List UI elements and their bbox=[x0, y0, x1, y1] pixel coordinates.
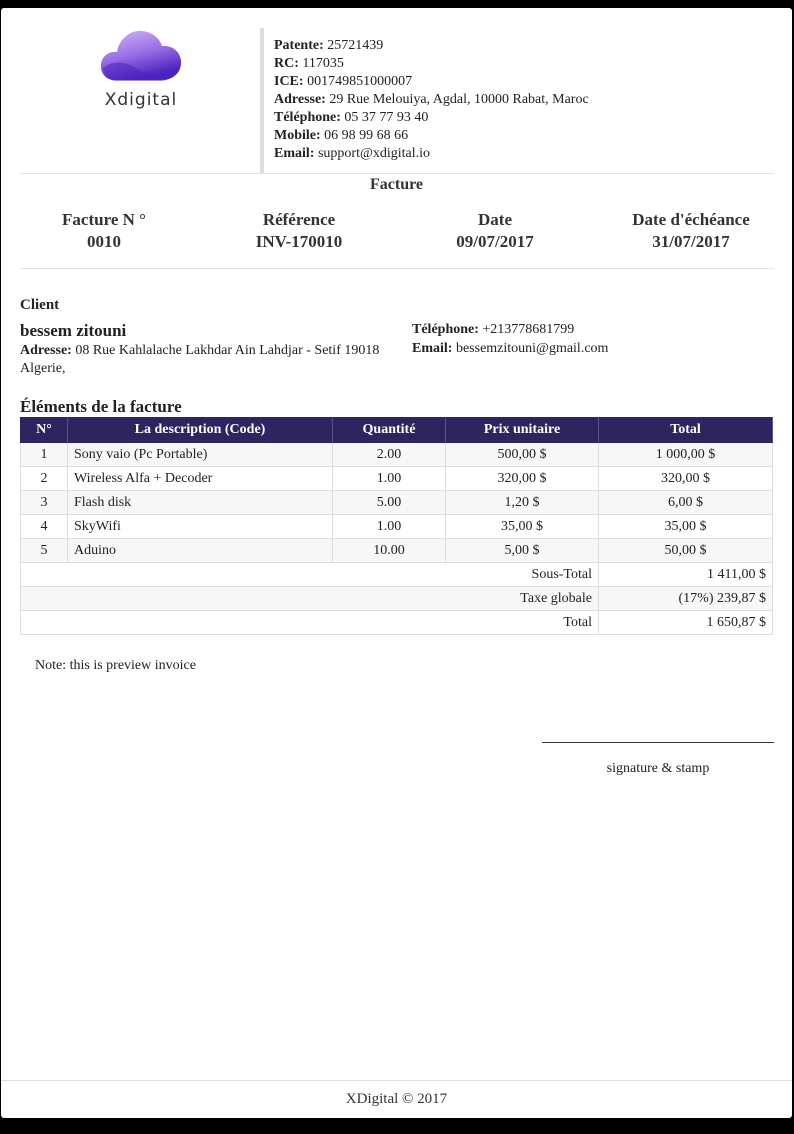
table-row: 2 Wireless Alfa + Decoder 1.00 320,00 $ … bbox=[20, 466, 773, 491]
company-info: Patente: 25721439 RC: 117035 ICE: 001749… bbox=[274, 37, 589, 163]
cell-no: 4 bbox=[20, 514, 68, 539]
company-address: Adresse: 29 Rue Melouiya, Agdal, 10000 R… bbox=[274, 92, 589, 107]
items-heading: Éléments de la facture bbox=[20, 397, 182, 416]
client-contact: Téléphone: +213778681799 Email: bessemzi… bbox=[412, 320, 608, 358]
cell-total: 1 000,00 $ bbox=[598, 442, 773, 467]
cell-quantity: 1.00 bbox=[332, 514, 446, 539]
signature-line bbox=[542, 742, 774, 743]
cell-description: Aduino bbox=[67, 538, 333, 563]
cell-quantity: 5.00 bbox=[332, 490, 446, 515]
cell-total: 6,00 $ bbox=[598, 490, 773, 515]
cell-unit-price: 320,00 $ bbox=[445, 466, 599, 491]
cell-description: Wireless Alfa + Decoder bbox=[67, 466, 333, 491]
meta-value: 0010 bbox=[87, 232, 121, 251]
cell-quantity: 10.00 bbox=[332, 538, 446, 563]
invoice-page: Xdigital Patente: 25721439 RC: 117035 IC… bbox=[1, 8, 792, 1118]
meta-invoice-number: Facture N ° 0010 bbox=[14, 209, 194, 253]
cell-no: 2 bbox=[20, 466, 68, 491]
column-header: Total bbox=[598, 417, 773, 443]
company-ice: ICE: 001749851000007 bbox=[274, 74, 413, 89]
cell-no: 1 bbox=[20, 442, 68, 467]
company-mobile: Mobile: 06 98 99 68 66 bbox=[274, 128, 409, 143]
total-row: Total 1 650,87 $ bbox=[20, 610, 773, 635]
cloud-logo-icon bbox=[100, 30, 182, 81]
tax-label: Taxe globale bbox=[20, 586, 599, 611]
items-table: N° La description (Code) Quantité Prix u… bbox=[20, 417, 773, 635]
total-value: 1 650,87 $ bbox=[598, 610, 773, 635]
total-label: Total bbox=[20, 610, 599, 635]
cell-unit-price: 500,00 $ bbox=[445, 442, 599, 467]
column-header: Prix unitaire bbox=[445, 417, 599, 443]
client-heading: Client bbox=[20, 297, 60, 313]
subtotal-value: 1 411,00 $ bbox=[598, 562, 773, 587]
cell-description: Sony vaio (Pc Portable) bbox=[67, 442, 333, 467]
tax-row: Taxe globale (17%) 239,87 $ bbox=[20, 586, 773, 611]
meta-label: Date d'échéance bbox=[632, 210, 750, 229]
cell-no: 5 bbox=[20, 538, 68, 563]
footer-divider bbox=[1, 1080, 792, 1081]
company-phone: Téléphone: 05 37 77 93 40 bbox=[274, 110, 429, 125]
document-title: Facture bbox=[369, 176, 423, 193]
signature-label: signature & stamp bbox=[606, 761, 710, 776]
cell-quantity: 2.00 bbox=[332, 442, 446, 467]
invoice-header: Xdigital Patente: 25721439 RC: 117035 IC… bbox=[1, 8, 792, 174]
cell-total: 50,00 $ bbox=[598, 538, 773, 563]
company-rc: RC: 117035 bbox=[274, 56, 344, 71]
client-address: Adresse: 08 Rue Kahlalache Lakhdar Ain L… bbox=[20, 343, 380, 376]
client-email: Email: bessemzitouni@gmail.com bbox=[412, 341, 609, 356]
column-header: La description (Code) bbox=[67, 417, 333, 443]
cell-unit-price: 35,00 $ bbox=[445, 514, 599, 539]
logo-text: Xdigital bbox=[104, 90, 178, 110]
company-email: Email: support@xdigital.io bbox=[274, 146, 431, 161]
client-name: bessem zitouni bbox=[20, 321, 127, 340]
company-patente: Patente: 25721439 bbox=[274, 38, 384, 53]
cell-description: Flash disk bbox=[67, 490, 333, 515]
cell-description: SkyWifi bbox=[67, 514, 333, 539]
meta-date: Date 09/07/2017 bbox=[405, 209, 585, 253]
tax-value: (17%) 239,87 $ bbox=[598, 586, 773, 611]
cell-unit-price: 5,00 $ bbox=[445, 538, 599, 563]
footer-text: XDigital © 2017 bbox=[345, 1091, 448, 1107]
table-row: 1 Sony vaio (Pc Portable) 2.00 500,00 $ … bbox=[20, 442, 773, 467]
meta-value: 31/07/2017 bbox=[652, 232, 730, 251]
divider bbox=[20, 268, 774, 269]
meta-value: 09/07/2017 bbox=[456, 232, 534, 251]
invoice-note: Note: this is preview invoice bbox=[35, 658, 196, 673]
meta-due-date: Date d'échéance 31/07/2017 bbox=[601, 209, 781, 253]
cell-total: 35,00 $ bbox=[598, 514, 773, 539]
table-row: 5 Aduino 10.00 5,00 $ 50,00 $ bbox=[20, 538, 773, 563]
table-row: 3 Flash disk 5.00 1,20 $ 6,00 $ bbox=[20, 490, 773, 515]
table-row: 4 SkyWifi 1.00 35,00 $ 35,00 $ bbox=[20, 514, 773, 539]
cell-quantity: 1.00 bbox=[332, 466, 446, 491]
column-header: N° bbox=[20, 417, 68, 443]
meta-label: Facture N ° bbox=[62, 210, 146, 229]
column-header: Quantité bbox=[332, 417, 446, 443]
meta-reference: Référence INV-170010 bbox=[209, 209, 389, 253]
client-phone: Téléphone: +213778681799 bbox=[412, 322, 575, 337]
divider bbox=[20, 173, 774, 174]
subtotal-row: Sous-Total 1 411,00 $ bbox=[20, 562, 773, 587]
meta-label: Date bbox=[478, 210, 512, 229]
company-logo: Xdigital bbox=[81, 26, 201, 110]
cell-total: 320,00 $ bbox=[598, 466, 773, 491]
header-divider bbox=[260, 28, 264, 173]
cell-unit-price: 1,20 $ bbox=[445, 490, 599, 515]
cell-no: 3 bbox=[20, 490, 68, 515]
subtotal-label: Sous-Total bbox=[20, 562, 599, 587]
meta-value: INV-170010 bbox=[255, 232, 343, 251]
meta-label: Référence bbox=[262, 210, 336, 229]
table-header-row: N° La description (Code) Quantité Prix u… bbox=[20, 417, 773, 443]
